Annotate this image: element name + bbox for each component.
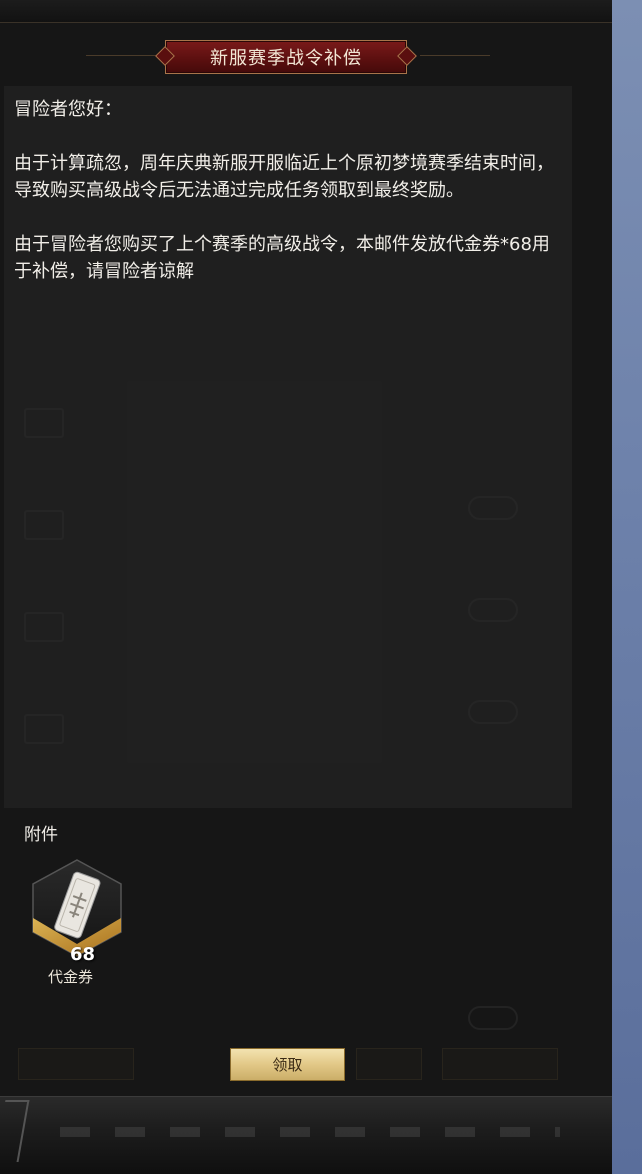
message-paragraph-2: 由于冒险者您购买了上个赛季的高级战令，本邮件发放代金券*68用于补偿，请冒险者谅… (14, 234, 550, 282)
background-button (18, 1048, 134, 1080)
side-background (612, 0, 642, 1174)
claim-button[interactable]: 领取 (230, 1048, 345, 1081)
greeting-text: 冒险者您好： (14, 99, 122, 120)
bottom-bar (0, 1096, 612, 1174)
attachment-name: 代金券 (48, 968, 94, 986)
message-body[interactable]: 冒险者您好： 由于计算疏忽，周年庆典新服开服临近上个原初梦境赛季结束时间，导致购… (14, 96, 562, 285)
claim-button-label: 领取 (272, 1056, 303, 1074)
bottom-ornament (60, 1127, 560, 1137)
mail-title-banner: 新服赛季战令补偿 (165, 40, 407, 74)
title-divider-right (420, 55, 490, 56)
mail-title: 新服赛季战令补偿 (210, 48, 362, 69)
background-button (442, 1048, 558, 1080)
mail-panel: 新服赛季战令补偿 冒险者您好： 由于计算疏忽，周年庆典新服开服临近上个原初梦境赛… (0, 0, 612, 1174)
title-divider-left (86, 55, 156, 56)
reward-pill-icon (468, 1006, 518, 1030)
voucher-card-icon (32, 859, 122, 957)
game-screen: 新服赛季战令补偿 冒险者您好： 由于计算疏忽，周年庆典新服开服临近上个原初梦境赛… (0, 0, 642, 1174)
attachment-count: 68 (70, 944, 96, 965)
background-button (356, 1048, 422, 1080)
attachments-label: 附件 (24, 825, 58, 845)
message-paragraph-1: 由于计算疏忽，周年庆典新服开服临近上个原初梦境赛季结束时间，导致购买高级战令后无… (14, 153, 554, 201)
